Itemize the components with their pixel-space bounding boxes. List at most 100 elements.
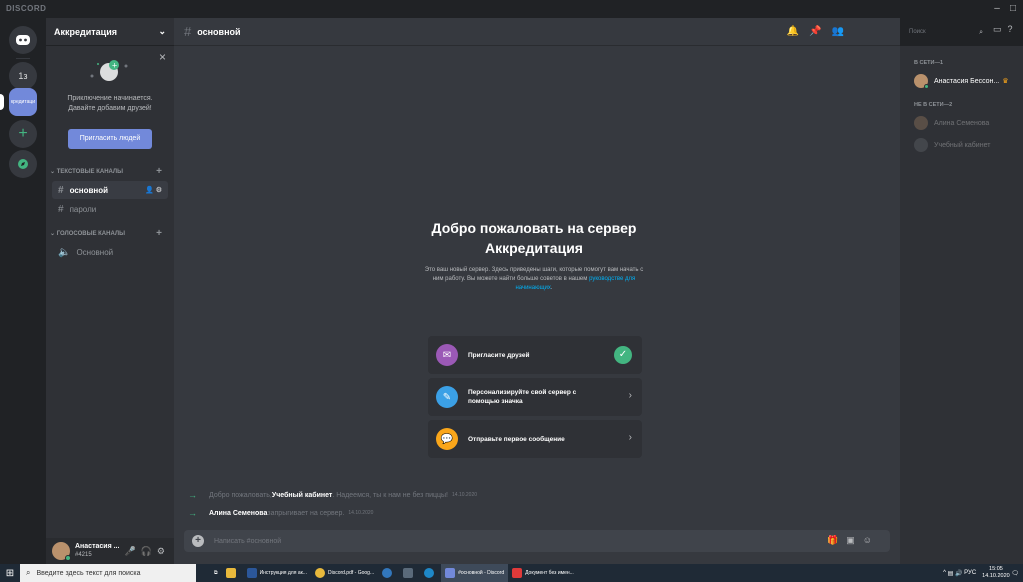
edge-icon[interactable] xyxy=(378,564,399,582)
inbox-icon[interactable]: ▭ xyxy=(993,24,1008,34)
active-server-indicator xyxy=(0,94,4,110)
word-icon xyxy=(246,568,257,578)
help-icon[interactable]: ? xyxy=(1008,24,1019,34)
avatar[interactable] xyxy=(52,542,71,561)
invite-people-button[interactable]: Пригласить людей xyxy=(68,129,152,149)
server-header[interactable]: Аккредитация ⌄ xyxy=(46,18,174,46)
pin-icon[interactable]: 📌 xyxy=(809,26,831,37)
taskbar-item-chrome-pdf[interactable]: Discord.pdf - Goog... xyxy=(311,564,378,582)
system-tray: ^ ▤ 🔊 РУС 15:05 14.10.2020 🗨 xyxy=(943,566,1019,580)
message-username[interactable]: Учебный кабинет xyxy=(272,492,332,499)
chrome-icon xyxy=(314,568,325,578)
message-username[interactable]: Алина Семенова xyxy=(209,510,267,517)
emoji-icon[interactable]: ☺ xyxy=(863,535,880,545)
channel-item-passwords[interactable]: # пароли xyxy=(52,200,168,218)
close-icon[interactable]: × xyxy=(159,50,166,64)
welcome-block: Добро пожаловать на сервер Аккредитация … xyxy=(424,218,644,293)
steam-icon[interactable] xyxy=(420,564,441,582)
speaker-icon: 🔈 xyxy=(58,246,71,258)
category-text-channels[interactable]: ⌄ текстовые каналы + xyxy=(46,164,174,180)
add-channel-icon[interactable]: + xyxy=(156,164,162,180)
message-composer[interactable]: + Написать #основной 🎁▣☺ xyxy=(184,530,890,552)
task-card-personalize[interactable]: ✎ Персонализируйте свой сервер с помощью… xyxy=(428,378,642,416)
volume-icon[interactable]: 🔊 xyxy=(955,570,962,577)
category-chevron-icon: ⌄ xyxy=(50,169,56,175)
member-item[interactable]: Алина Семенова xyxy=(914,116,1023,130)
channel-settings-icons[interactable]: 👤 ⚙ xyxy=(145,186,162,194)
bell-icon[interactable]: 🔔 xyxy=(787,26,809,37)
network-icon[interactable]: ▤ xyxy=(948,570,954,577)
people-illustration-icon: + xyxy=(90,60,128,81)
task-card-invite-friends[interactable]: ✉ Пригласите друзей ✓ xyxy=(428,336,642,374)
clock[interactable]: 15:05 14.10.2020 xyxy=(982,566,1010,580)
microphone-icon[interactable]: 🎤 xyxy=(124,546,135,557)
anydesk-icon xyxy=(512,568,523,578)
discord-window: DISCORD – □ 1з кредитаци + Аккредитация … xyxy=(0,0,1023,582)
task-label: Персонализируйте свой сервер с помощью з… xyxy=(468,389,577,405)
welcome-title: Добро пожаловать на сервер Аккредитация xyxy=(431,220,637,256)
members-icon[interactable]: 👥 xyxy=(832,26,854,37)
voice-channel-item-main[interactable]: 🔈 Основной xyxy=(52,243,168,261)
discord-logo-icon xyxy=(16,35,30,45)
app-brand: DISCORD xyxy=(6,4,47,13)
taskbar-item-discord[interactable]: #основной - Discord xyxy=(441,564,509,582)
add-server-button[interactable]: + xyxy=(9,120,37,148)
gif-icon[interactable]: ▣ xyxy=(846,535,863,545)
add-channel-icon[interactable]: + xyxy=(156,226,162,242)
store-icon[interactable] xyxy=(399,564,420,582)
system-message: → Алина Семенова запрыгивает на сервер. … xyxy=(188,508,374,518)
taskbar-item-word[interactable]: Инструкция для ак... xyxy=(243,564,311,582)
minimize-button[interactable]: – xyxy=(990,2,1004,16)
message-input[interactable]: Написать #основной xyxy=(214,538,281,545)
windows-start-icon[interactable]: ⊞ xyxy=(0,568,20,579)
maximize-button[interactable]: □ xyxy=(1006,2,1020,16)
chat-area: # основной 🔔📌👥 Добро пожаловать на серве… xyxy=(174,18,900,564)
taskbar-item-document[interactable]: Документ без имен... xyxy=(508,564,578,582)
taskbar-search[interactable]: ⌕ Введите здесь текст для поиска xyxy=(20,564,196,582)
channel-sidebar: Аккредитация ⌄ × + Приключение начинаетс… xyxy=(46,18,174,564)
category-chevron-icon: ⌄ xyxy=(50,231,56,237)
online-category: В СЕТИ—1 xyxy=(914,60,944,66)
home-button[interactable] xyxy=(9,26,37,54)
avatar xyxy=(914,138,928,152)
explore-servers-button[interactable] xyxy=(9,150,37,178)
category-voice-channels[interactable]: ⌄ голосовые каналы + xyxy=(46,226,174,242)
join-arrow-icon: → xyxy=(188,508,197,518)
channel-label: пароли xyxy=(69,204,97,214)
chevron-up-icon[interactable]: ^ xyxy=(943,570,946,576)
task-view-icon[interactable]: ⧉ xyxy=(210,564,222,582)
channel-label: Основной xyxy=(76,247,114,257)
language-indicator[interactable]: РУС xyxy=(964,570,976,576)
windows-taskbar: ⊞ ⌕ Введите здесь текст для поиска ⧉ Инс… xyxy=(0,564,1023,582)
server-icon-accreditation[interactable]: кредитаци xyxy=(9,88,37,116)
gear-icon[interactable]: ⚙ xyxy=(157,546,165,557)
user-tag: #4215 xyxy=(75,552,92,558)
status-online-icon xyxy=(65,555,71,561)
hash-icon: # xyxy=(58,184,64,196)
paintbrush-icon: ✎ xyxy=(436,386,458,408)
server-icon-1[interactable]: 1з xyxy=(9,62,37,90)
timestamp: 14.10.2020 xyxy=(348,510,374,516)
task-card-send-message[interactable]: 💬 Отправьте первое сообщение › xyxy=(428,420,642,458)
system-message: → Добро пожаловать, Учебный кабинет. Над… xyxy=(188,490,478,500)
channel-item-main[interactable]: # основной 👤 ⚙ xyxy=(52,181,168,199)
hash-icon: # xyxy=(58,203,64,215)
gift-icon[interactable]: 🎁 xyxy=(827,535,846,545)
user-info[interactable]: Анастасия ... #4215 xyxy=(75,543,119,559)
username: Анастасия ... xyxy=(75,543,120,550)
attach-plus-icon[interactable]: + xyxy=(192,535,204,547)
server-list: 1з кредитаци + xyxy=(0,18,46,564)
member-item[interactable]: Учебный кабинет xyxy=(914,138,1023,152)
search-icon: ⌕ xyxy=(979,29,983,36)
search-input[interactable]: Поиск ⌕ xyxy=(905,26,987,39)
headphones-icon[interactable]: 🎧 xyxy=(141,546,152,557)
svg-text:+: + xyxy=(112,62,118,70)
member-item[interactable]: Анастасия Бессон... ♛ xyxy=(914,74,1023,89)
notifications-icon[interactable]: 🗨 xyxy=(1011,570,1019,577)
file-explorer-icon[interactable] xyxy=(222,564,243,582)
avatar xyxy=(914,74,929,89)
task-label: Пригласите друзей xyxy=(468,351,530,359)
server-separator xyxy=(16,58,30,59)
header-tools: 🔔📌👥 xyxy=(787,26,854,37)
invite-promo: × + Приключение начинается. Давайте доба… xyxy=(46,46,174,164)
